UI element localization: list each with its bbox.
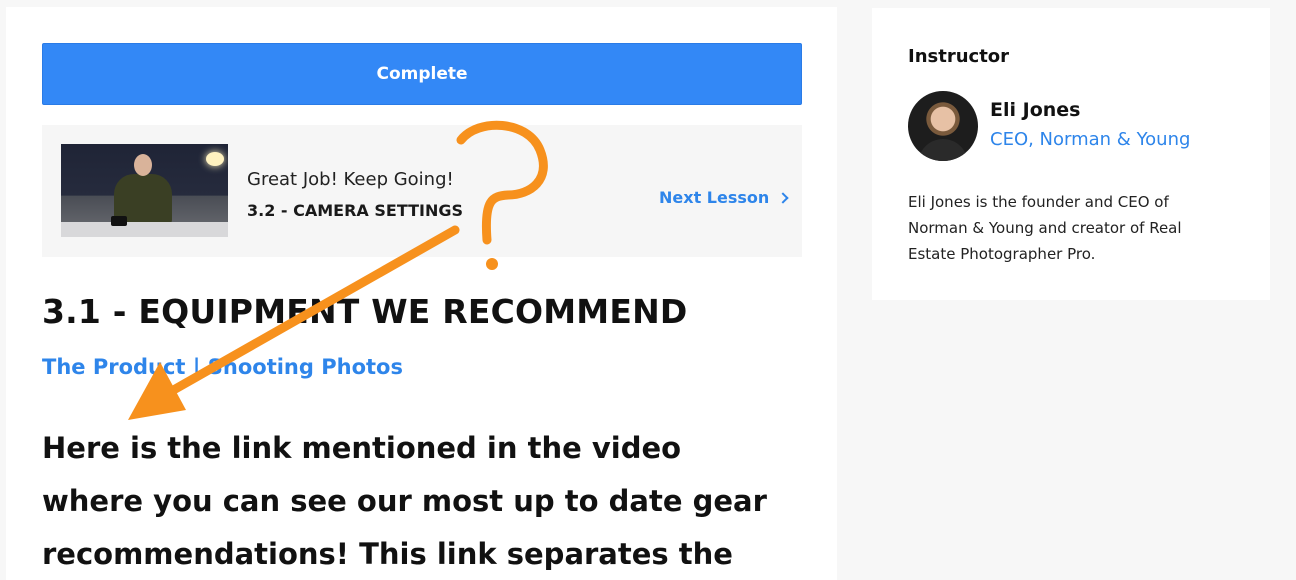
lesson-content-card: Complete Great Job! Keep Going! 3.2 - CA… [6,7,837,580]
breadcrumb[interactable]: The Product | Shooting Photos [42,355,403,379]
thumbnail-person-head [134,154,152,176]
instructor-bio: Eli Jones is the founder and CEO of Norm… [908,193,1182,263]
thumbnail-lamp [206,152,224,166]
body-line: recommendations! This link separates the [42,537,733,571]
thumbnail-desk [61,222,228,237]
complete-button-label: Complete [376,64,468,84]
thumbnail-camera [111,216,127,226]
avatar-shirt [918,139,968,161]
lesson-body: Here is the link mentioned in the video … [42,422,817,580]
body-line: where you can see our most up to date ge… [42,484,767,518]
instructor-card: Instructor Eli Jones CEO, Norman & Young… [872,8,1270,300]
complete-button[interactable]: Complete [42,43,802,105]
instructor-name: Eli Jones [990,99,1081,121]
next-lesson-link[interactable]: Next Lesson [659,188,789,207]
instructor-heading: Instructor [908,46,1010,67]
encouragement-text: Great Job! Keep Going! [247,169,454,190]
next-lesson-label: Next Lesson [659,188,770,207]
body-line: Here is the link mentioned in the video [42,431,682,465]
instructor-role-link[interactable]: CEO, Norman & Young [990,129,1190,150]
avatar [908,91,978,161]
next-lesson-panel: Great Job! Keep Going! 3.2 - CAMERA SETT… [42,125,802,257]
page-title: 3.1 - EQUIPMENT WE RECOMMEND [42,292,688,331]
chevron-right-icon [777,192,789,204]
next-lesson-thumbnail[interactable] [61,144,228,237]
next-lesson-title: 3.2 - CAMERA SETTINGS [247,201,464,220]
